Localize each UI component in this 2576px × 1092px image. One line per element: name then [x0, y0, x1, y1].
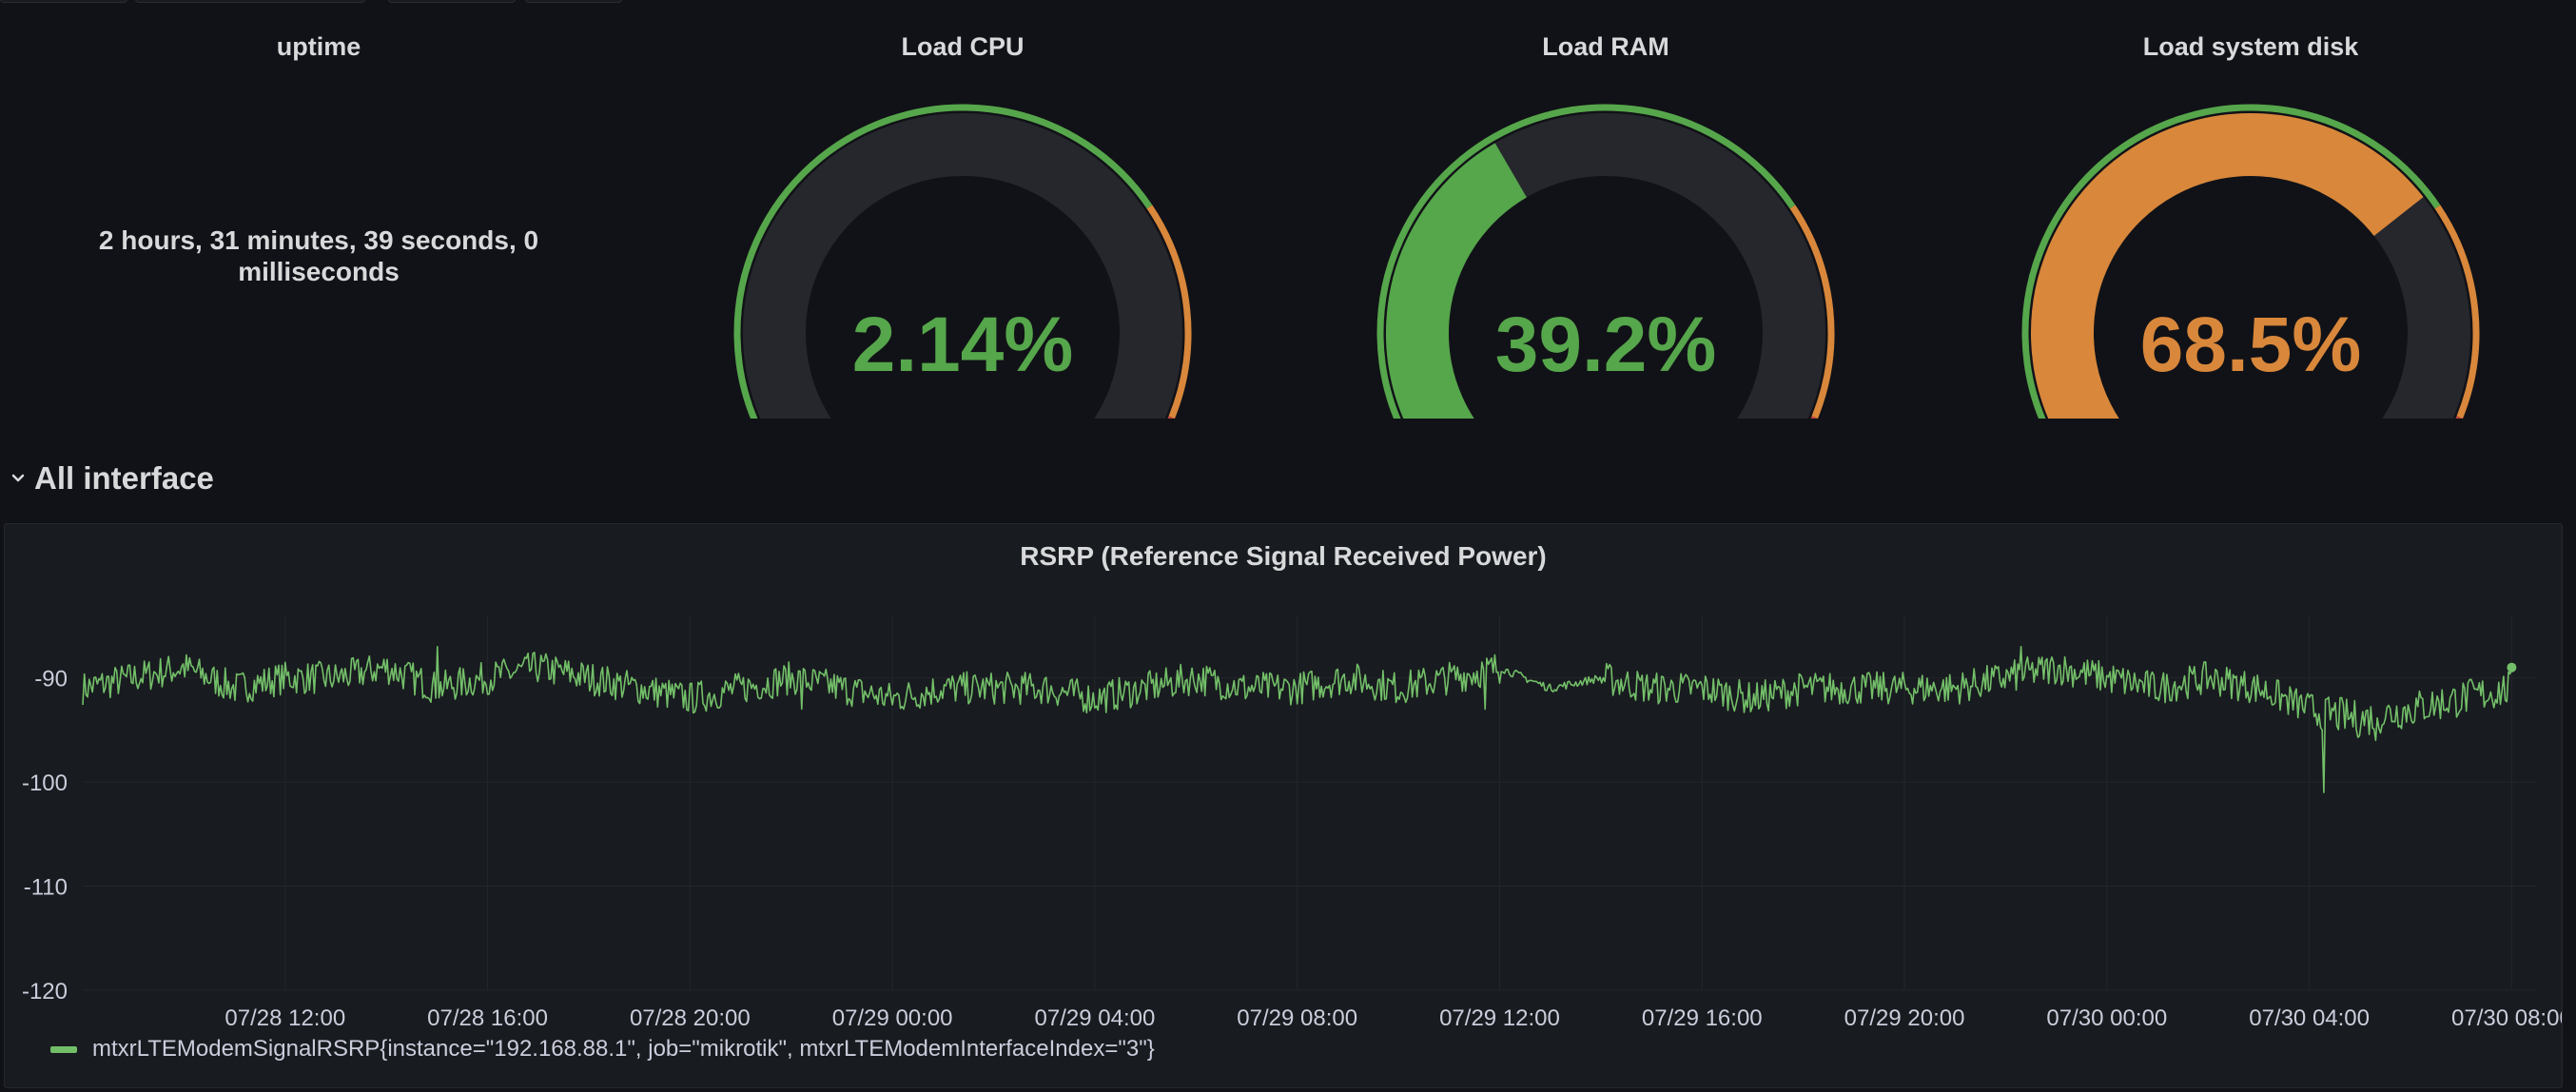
gauge-value-text: 68.5% [2140, 302, 2362, 388]
gauge-title: Load system disk [2142, 32, 2359, 61]
x-tick-label: 07/29 08:00 [1237, 1005, 1357, 1031]
tab-stub[interactable] [388, 0, 516, 3]
x-tick-label: 07/28 16:00 [427, 1005, 548, 1031]
chart-legend[interactable]: mtxrLTEModemSignalRSRP{instance="192.168… [50, 1036, 1155, 1063]
x-tick-label: 07/29 20:00 [1844, 1005, 1965, 1031]
gauge-value-text: 39.2% [1495, 302, 1717, 388]
gauge-cpu: 2.14% [733, 104, 1192, 419]
chevron-down-icon[interactable] [10, 470, 27, 487]
gauge-title: Load CPU [901, 32, 1025, 61]
x-tick-label: 07/30 00:00 [2046, 1005, 2167, 1031]
legend-swatch [50, 1045, 77, 1053]
x-tick-label: 07/29 04:00 [1035, 1005, 1156, 1031]
x-tick-label: 07/29 12:00 [1439, 1005, 1560, 1031]
gauge-ram: 39.2% [1376, 104, 1835, 419]
x-tick-label: 07/29 00:00 [832, 1005, 953, 1031]
x-tick-label: 07/30 04:00 [2249, 1005, 2370, 1031]
uptime-title: uptime [276, 32, 361, 61]
rsrp-graph-panel: RSRP (Reference Signal Received Power) -… [4, 523, 2563, 1088]
tab-stub[interactable] [0, 0, 127, 3]
legend-label[interactable]: mtxrLTEModemSignalRSRP{instance="192.168… [92, 1036, 1155, 1063]
y-tick-label: -90 [34, 667, 68, 692]
gauge-disk: 68.5% [2021, 104, 2480, 419]
x-tick-label: 07/30 08:00 [2451, 1005, 2562, 1031]
tab-stub[interactable] [135, 0, 365, 3]
x-tick-label: 07/28 12:00 [224, 1005, 345, 1031]
row-header-all-interface[interactable]: All interface [10, 460, 214, 497]
gauge-value-text: 2.14% [852, 302, 1074, 388]
row-title: All interface [34, 460, 214, 496]
series-endpoint [2507, 662, 2517, 673]
y-tick-label: -100 [22, 770, 68, 796]
uptime-value: 2 hours, 31 minutes, 39 seconds, 0 milli… [98, 225, 539, 286]
x-tick-label: 07/29 16:00 [1642, 1005, 1763, 1031]
y-tick-label: -110 [24, 875, 68, 901]
gauge-title: Load RAM [1542, 32, 1669, 61]
x-tick-label: 07/28 20:00 [630, 1005, 751, 1031]
tab-stub[interactable] [525, 0, 622, 3]
y-tick-label: -120 [22, 979, 68, 1004]
rsrp-chart: -90 -100 -110 -120 07/28 12:00 07/28 16:00 07/… [22, 615, 2562, 1031]
